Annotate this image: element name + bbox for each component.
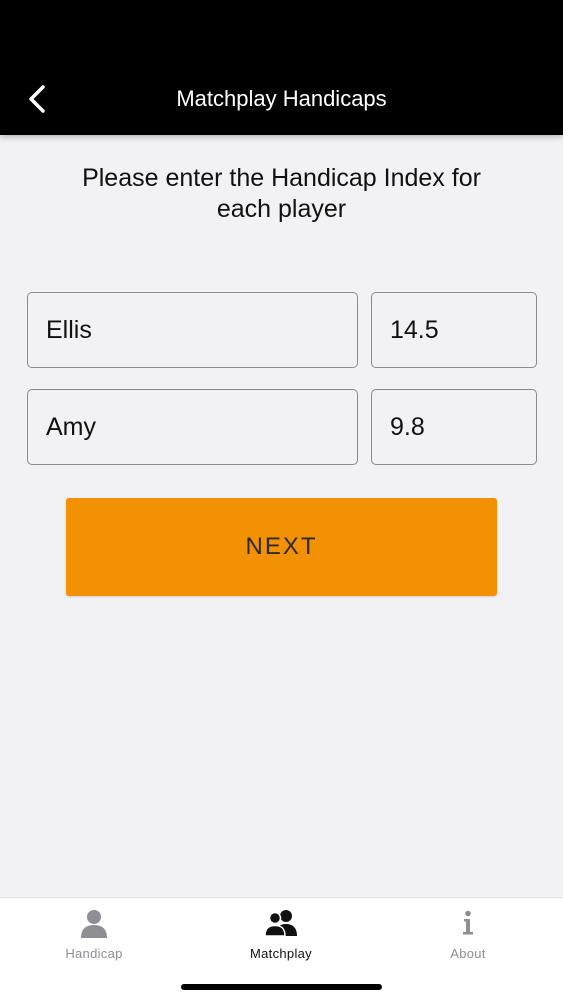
app-header: Matchplay Handicaps [0, 0, 563, 135]
player-1-name-input[interactable] [27, 292, 358, 368]
home-indicator [181, 984, 382, 990]
player-1-handicap-input[interactable] [371, 292, 537, 368]
info-icon [374, 908, 562, 938]
instructions-text: Please enter the Handicap Index for each… [82, 164, 481, 223]
tab-about[interactable]: About [374, 898, 562, 978]
player-2-handicap-input[interactable] [371, 389, 537, 465]
tab-matchplay[interactable]: Matchplay [187, 898, 375, 978]
person-icon [0, 908, 188, 938]
tab-handicap-label: Handicap [65, 946, 123, 961]
people-icon [187, 908, 375, 938]
tab-handicap[interactable]: Handicap [0, 898, 188, 978]
page-title: Matchplay Handicaps [176, 86, 387, 111]
tab-about-label: About [450, 946, 486, 961]
tab-matchplay-label: Matchplay [250, 946, 312, 961]
next-button[interactable]: NEXT [66, 498, 497, 596]
player-2-name-input[interactable] [27, 389, 358, 465]
